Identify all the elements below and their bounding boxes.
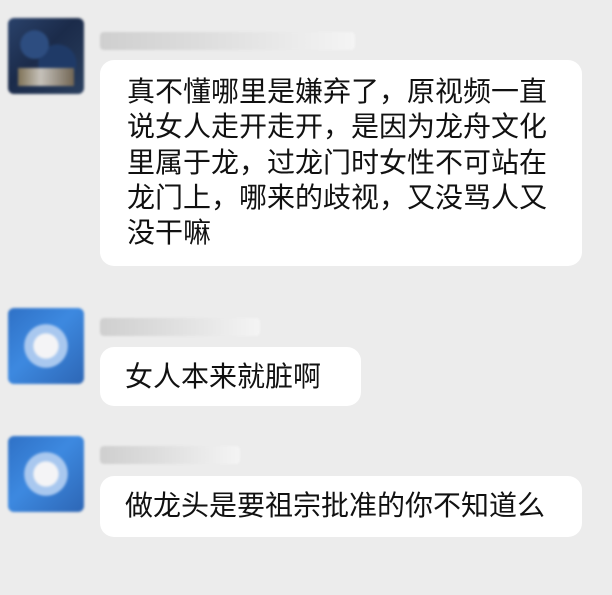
message-bubble[interactable]: 女人本来就脏啊 bbox=[100, 347, 361, 407]
chat-thread: 真不懂哪里是嫌弃了，原视频一直说女人走开走开，是因为龙舟文化里属于龙，过龙门时女… bbox=[0, 0, 612, 595]
sender-name bbox=[100, 446, 240, 464]
avatar[interactable] bbox=[8, 18, 84, 94]
message-text: 真不懂哪里是嫌弃了，原视频一直说女人走开走开，是因为龙舟文化里属于龙，过龙门时女… bbox=[127, 75, 548, 250]
sender-name bbox=[100, 318, 260, 336]
message-bubble[interactable]: 真不懂哪里是嫌弃了，原视频一直说女人走开走开，是因为龙舟文化里属于龙，过龙门时女… bbox=[100, 60, 582, 267]
avatar[interactable] bbox=[8, 436, 84, 512]
message-bubble[interactable]: 做龙头是要祖宗批准的你不知道么 bbox=[100, 476, 582, 538]
sender-name bbox=[100, 32, 355, 50]
avatar[interactable] bbox=[8, 308, 84, 384]
message-text: 女人本来就脏啊 bbox=[125, 360, 322, 393]
message-text: 做龙头是要祖宗批准的你不知道么 bbox=[125, 489, 546, 522]
